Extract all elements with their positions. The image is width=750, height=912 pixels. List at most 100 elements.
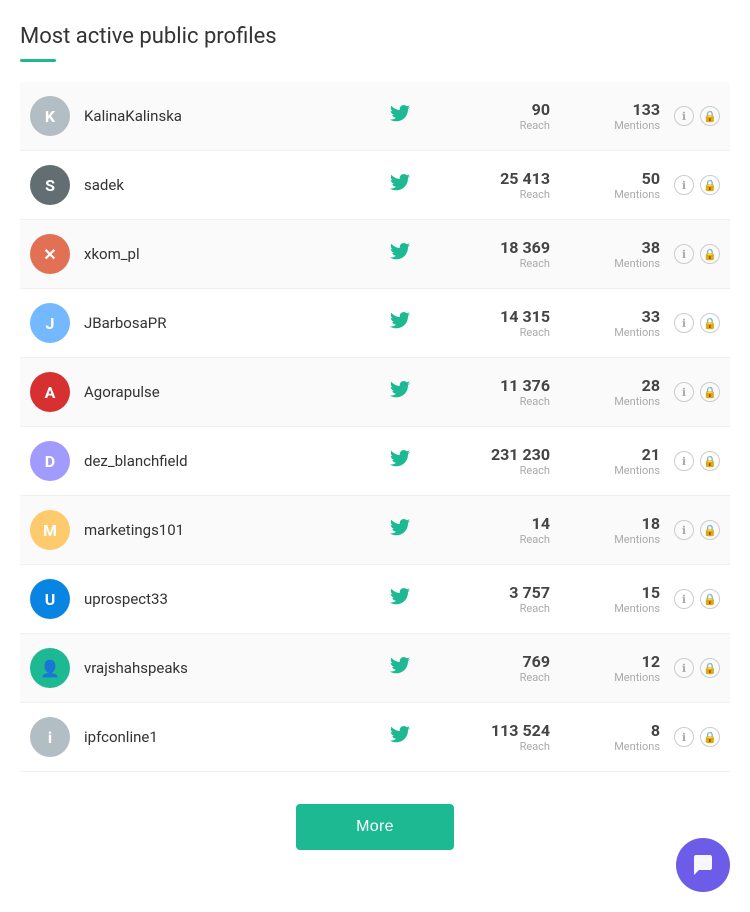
table-row: U uprospect33 3 757 Reach 15 Mentions ℹ … <box>20 565 730 634</box>
avatar: U <box>30 579 70 619</box>
reach-stat: 14 315 Reach <box>470 307 550 339</box>
stats-group: 231 230 Reach 21 Mentions <box>470 445 660 477</box>
avatar: D <box>30 441 70 481</box>
action-icons: ℹ 🔒 <box>674 727 720 747</box>
twitter-icon <box>390 174 410 197</box>
stats-group: 14 315 Reach 33 Mentions <box>470 307 660 339</box>
table-row: S sadek 25 413 Reach 50 Mentions ℹ 🔒 <box>20 151 730 220</box>
lock-icon[interactable]: 🔒 <box>700 658 720 678</box>
lock-icon[interactable]: 🔒 <box>700 106 720 126</box>
action-icons: ℹ 🔒 <box>674 658 720 678</box>
lock-icon[interactable]: 🔒 <box>700 727 720 747</box>
reach-stat: 11 376 Reach <box>470 376 550 408</box>
avatar: ✕ <box>30 234 70 274</box>
lock-icon[interactable]: 🔒 <box>700 451 720 471</box>
more-button-wrap: More <box>20 804 730 850</box>
action-icons: ℹ 🔒 <box>674 106 720 126</box>
lock-icon[interactable]: 🔒 <box>700 175 720 195</box>
profile-name: marketings101 <box>84 521 390 539</box>
profile-name: vrajshahspeaks <box>84 659 390 677</box>
info-icon[interactable]: ℹ <box>674 727 694 747</box>
more-button[interactable]: More <box>296 804 454 850</box>
action-icons: ℹ 🔒 <box>674 244 720 264</box>
profile-name: JBarbosaPR <box>84 314 390 332</box>
info-icon[interactable]: ℹ <box>674 658 694 678</box>
table-row: i ipfconline1 113 524 Reach 8 Mentions ℹ… <box>20 703 730 772</box>
twitter-icon <box>390 450 410 473</box>
twitter-icon <box>390 519 410 542</box>
mentions-value: 15 <box>580 583 660 602</box>
reach-stat: 113 524 Reach <box>470 721 550 753</box>
stats-group: 90 Reach 133 Mentions <box>470 100 660 132</box>
info-icon[interactable]: ℹ <box>674 313 694 333</box>
mentions-value: 38 <box>580 238 660 257</box>
table-row: J JBarbosaPR 14 315 Reach 33 Mentions ℹ … <box>20 289 730 358</box>
reach-stat: 231 230 Reach <box>470 445 550 477</box>
mentions-value: 18 <box>580 514 660 533</box>
profile-name: sadek <box>84 176 390 194</box>
mentions-value: 133 <box>580 100 660 119</box>
info-icon[interactable]: ℹ <box>674 589 694 609</box>
reach-value: 3 757 <box>470 583 550 602</box>
avatar: S <box>30 165 70 205</box>
info-icon[interactable]: ℹ <box>674 175 694 195</box>
mentions-value: 8 <box>580 721 660 740</box>
mentions-label: Mentions <box>580 533 660 546</box>
reach-value: 25 413 <box>470 169 550 188</box>
table-row: K KalinaKalinska 90 Reach 133 Mentions ℹ… <box>20 82 730 151</box>
reach-value: 11 376 <box>470 376 550 395</box>
lock-icon[interactable]: 🔒 <box>700 313 720 333</box>
table-row: A Agorapulse 11 376 Reach 28 Mentions ℹ … <box>20 358 730 427</box>
mentions-value: 12 <box>580 652 660 671</box>
reach-label: Reach <box>470 464 550 477</box>
mentions-label: Mentions <box>580 464 660 477</box>
action-icons: ℹ 🔒 <box>674 313 720 333</box>
reach-stat: 3 757 Reach <box>470 583 550 615</box>
reach-label: Reach <box>470 740 550 753</box>
stats-group: 18 369 Reach 38 Mentions <box>470 238 660 270</box>
stats-group: 113 524 Reach 8 Mentions <box>470 721 660 753</box>
info-icon[interactable]: ℹ <box>674 382 694 402</box>
lock-icon[interactable]: 🔒 <box>700 589 720 609</box>
reach-stat: 14 Reach <box>470 514 550 546</box>
twitter-icon <box>390 657 410 680</box>
mentions-stat: 33 Mentions <box>580 307 660 339</box>
lock-icon[interactable]: 🔒 <box>700 382 720 402</box>
avatar: 👤 <box>30 648 70 688</box>
mentions-label: Mentions <box>580 671 660 684</box>
reach-value: 113 524 <box>470 721 550 740</box>
reach-label: Reach <box>470 188 550 201</box>
info-icon[interactable]: ℹ <box>674 451 694 471</box>
reach-value: 231 230 <box>470 445 550 464</box>
reach-value: 18 369 <box>470 238 550 257</box>
chat-bubble-button[interactable] <box>676 838 730 892</box>
profile-name: Agorapulse <box>84 383 390 401</box>
info-icon[interactable]: ℹ <box>674 520 694 540</box>
main-container: Most active public profiles K KalinaKali… <box>0 0 750 890</box>
lock-icon[interactable]: 🔒 <box>700 244 720 264</box>
mentions-label: Mentions <box>580 395 660 408</box>
mentions-stat: 28 Mentions <box>580 376 660 408</box>
title-underline <box>20 59 56 62</box>
stats-group: 3 757 Reach 15 Mentions <box>470 583 660 615</box>
profile-name: uprospect33 <box>84 590 390 608</box>
mentions-value: 50 <box>580 169 660 188</box>
reach-value: 769 <box>470 652 550 671</box>
mentions-label: Mentions <box>580 119 660 132</box>
mentions-label: Mentions <box>580 257 660 270</box>
action-icons: ℹ 🔒 <box>674 175 720 195</box>
action-icons: ℹ 🔒 <box>674 382 720 402</box>
mentions-value: 28 <box>580 376 660 395</box>
mentions-stat: 12 Mentions <box>580 652 660 684</box>
reach-label: Reach <box>470 257 550 270</box>
mentions-value: 21 <box>580 445 660 464</box>
mentions-stat: 15 Mentions <box>580 583 660 615</box>
action-icons: ℹ 🔒 <box>674 451 720 471</box>
info-icon[interactable]: ℹ <box>674 244 694 264</box>
lock-icon[interactable]: 🔒 <box>700 520 720 540</box>
info-icon[interactable]: ℹ <box>674 106 694 126</box>
profiles-list: K KalinaKalinska 90 Reach 133 Mentions ℹ… <box>20 82 730 772</box>
twitter-icon <box>390 312 410 335</box>
twitter-icon <box>390 588 410 611</box>
section-title: Most active public profiles <box>20 24 730 49</box>
